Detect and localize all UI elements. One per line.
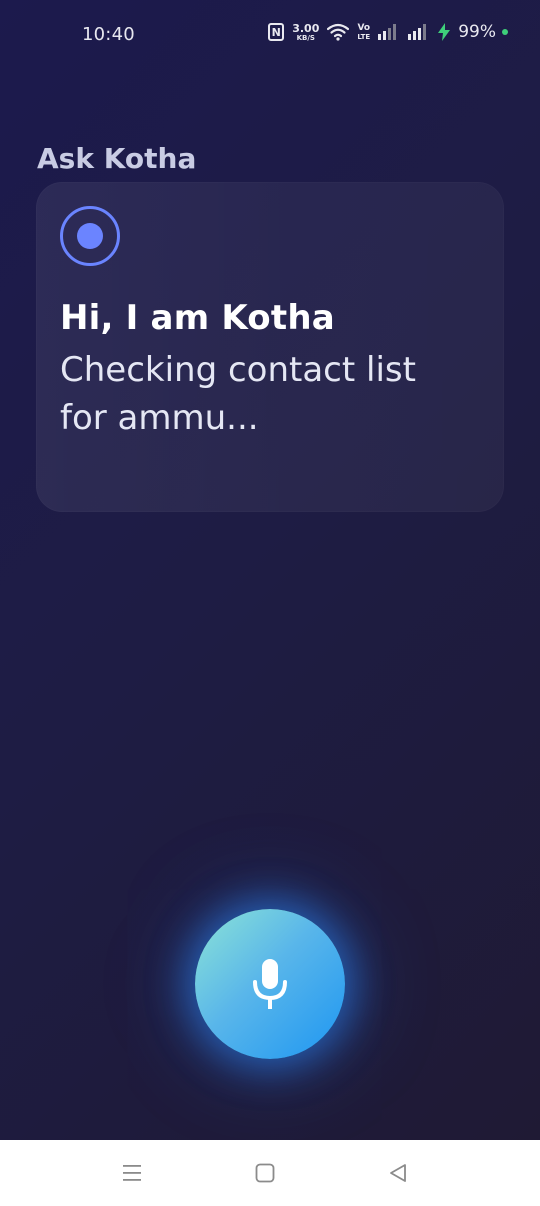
charging-bolt-icon — [438, 23, 451, 41]
wifi-icon — [327, 23, 350, 41]
nfc-icon: N — [268, 23, 285, 41]
nav-menu-button[interactable] — [117, 1160, 147, 1186]
battery-percent: 99% — [458, 22, 496, 42]
home-square-icon — [254, 1162, 276, 1184]
status-bar: 10:40 N 3.00 KB/S Vo LTE 99% — [0, 0, 540, 68]
page-title: Ask Kotha — [37, 142, 197, 175]
signal-icon — [378, 24, 400, 40]
volte-icon: Vo LTE — [357, 22, 371, 41]
status-icons: N 3.00 KB/S Vo LTE 99% — [268, 22, 508, 42]
assistant-status-message: Checking contact list for ammu... — [60, 350, 416, 438]
network-speed: 3.00 KB/S — [292, 23, 319, 42]
assistant-card: Hi, I am Kotha Checking contact list for… — [36, 182, 504, 512]
record-indicator-dot — [77, 223, 103, 249]
navigation-bar — [0, 1140, 540, 1206]
microphone-icon — [250, 958, 290, 1010]
nav-home-button[interactable] — [250, 1160, 280, 1186]
status-dot-icon — [502, 29, 508, 35]
menu-icon — [121, 1163, 143, 1183]
volte-bottom: LTE — [357, 32, 371, 41]
back-triangle-icon — [387, 1162, 409, 1184]
assistant-greeting: Hi, I am Kotha — [60, 298, 335, 338]
nav-back-button[interactable] — [383, 1160, 413, 1186]
microphone-button[interactable] — [195, 909, 345, 1059]
signal-icon-2 — [408, 24, 430, 40]
network-speed-unit: KB/S — [296, 33, 315, 42]
status-time: 10:40 — [82, 24, 135, 45]
volte-top: Vo — [357, 22, 371, 33]
record-indicator-icon — [60, 206, 120, 266]
network-speed-value: 3.00 — [292, 21, 320, 35]
